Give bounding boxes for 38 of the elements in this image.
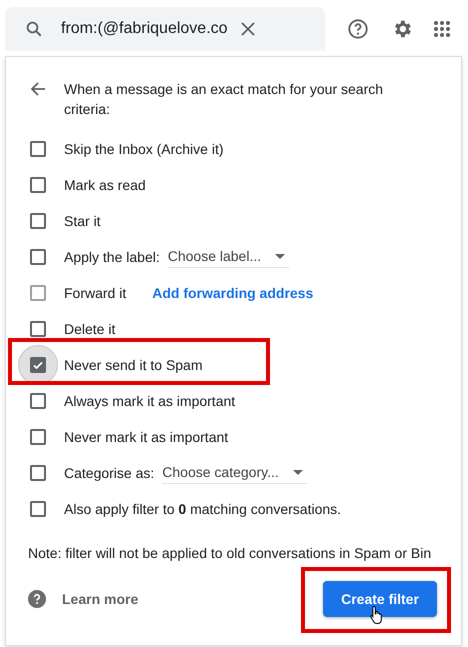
checkbox[interactable]	[30, 141, 46, 157]
close-icon[interactable]	[240, 21, 256, 37]
caret-icon	[292, 470, 303, 475]
hand-cursor-icon	[369, 605, 385, 625]
option-label: Star it	[64, 212, 101, 230]
heading-text: When a message is an exact match for your search criteria:	[64, 80, 384, 119]
checkbox[interactable]	[30, 321, 46, 337]
dropdown[interactable]: Choose label...	[168, 246, 290, 268]
create-filter-button[interactable]: Create filter	[323, 581, 437, 617]
search-field[interactable]: from:(@fabriquelove.co	[5, 7, 325, 51]
checkbox[interactable]	[30, 213, 46, 229]
option-label: Mark as read	[64, 176, 146, 194]
option-label: Always mark it as important	[64, 392, 236, 411]
help-icon	[28, 590, 46, 608]
option-label: Also apply filter to 0 matching conversations.	[64, 500, 342, 519]
help-icon[interactable]	[347, 18, 369, 40]
checkbox[interactable]	[30, 465, 46, 481]
checkbox[interactable]	[30, 429, 46, 445]
learn-more-link[interactable]: Learn more	[62, 588, 138, 610]
option-label: Delete it	[64, 320, 116, 338]
search-icon	[25, 20, 43, 38]
back-arrow-icon[interactable]	[30, 81, 46, 97]
option-label: Forward it	[64, 284, 126, 302]
checkmark-icon	[32, 359, 44, 371]
note-text: Note: filter will not be applied to old conversations in Spam or Bin	[27, 544, 432, 563]
dropdown[interactable]: Choose category...	[162, 462, 307, 484]
checkbox[interactable]	[30, 501, 46, 517]
checkbox[interactable]	[30, 393, 46, 409]
option-label: Apply the label:	[64, 248, 160, 267]
checkbox[interactable]	[30, 357, 46, 373]
option-label: Never send it to Spam	[64, 356, 203, 375]
option-label: Never mark it as important	[64, 428, 228, 447]
option-label: Skip the Inbox (Archive it)	[64, 140, 224, 159]
caret-icon	[275, 254, 286, 259]
checkbox[interactable]	[30, 249, 46, 265]
checkbox[interactable]	[30, 177, 46, 193]
option-label: Categorise as:	[64, 464, 154, 483]
apps-grid-icon[interactable]	[433, 20, 451, 38]
